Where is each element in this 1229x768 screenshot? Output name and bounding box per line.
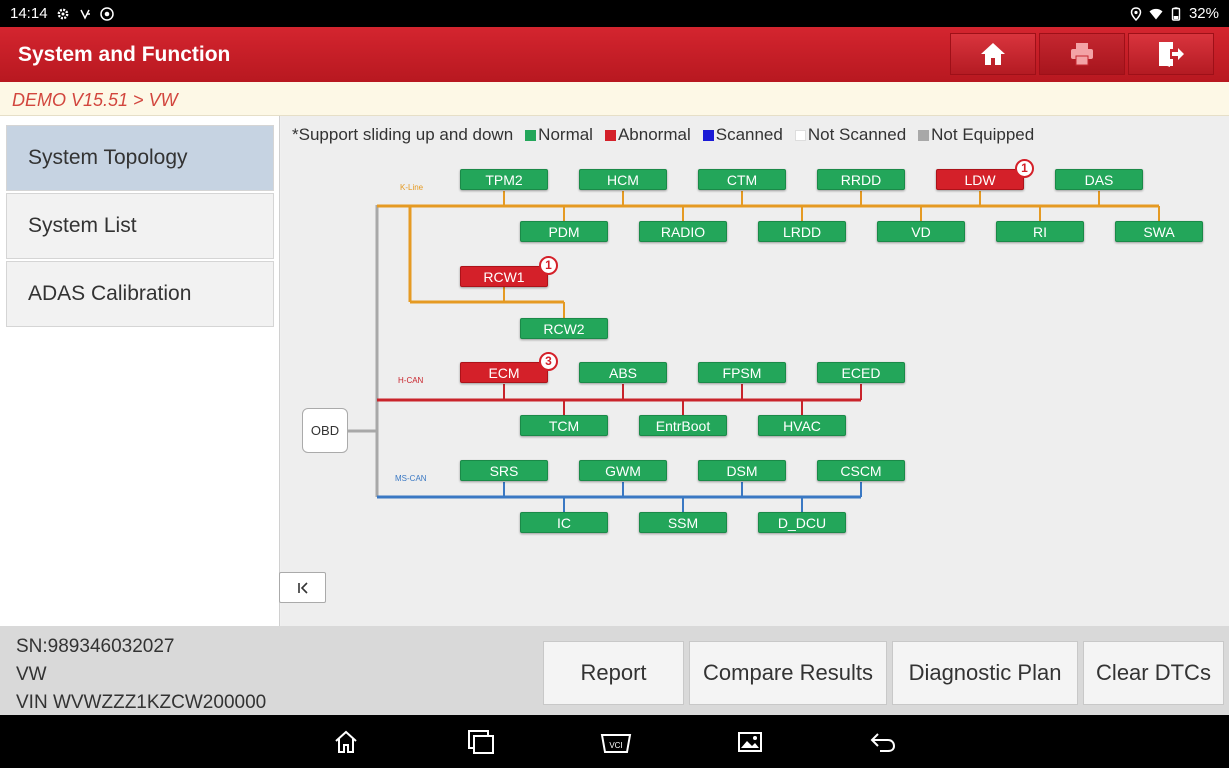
home-button[interactable]: [950, 33, 1036, 75]
compare-results-button[interactable]: Compare Results: [689, 641, 887, 705]
sidebar-item-adas-calibration[interactable]: ADAS Calibration: [6, 261, 274, 327]
module-cscm[interactable]: CSCM: [817, 460, 905, 481]
module-ctm[interactable]: CTM: [698, 169, 786, 190]
module-das[interactable]: DAS: [1055, 169, 1143, 190]
home-icon: [981, 43, 1005, 65]
status-bar: 14:14 32%: [0, 0, 1229, 27]
nav-gallery-button[interactable]: [733, 727, 767, 757]
svg-text:VCI: VCI: [609, 741, 622, 750]
breadcrumb-text: DEMO V15.51 > VW: [12, 90, 178, 110]
nav-home-button[interactable]: [329, 727, 363, 757]
module-ecm[interactable]: ECM: [460, 362, 548, 383]
usb-debug-icon: [79, 9, 90, 20]
fault-count-badge: 1: [539, 256, 558, 275]
vci-icon: VCI: [600, 734, 632, 753]
image-icon: [738, 732, 762, 752]
report-button[interactable]: Report: [543, 641, 684, 705]
serial-number: SN:989346032027: [16, 636, 175, 657]
module-entrboot[interactable]: EntrBoot: [639, 415, 727, 436]
module-fpsm[interactable]: FPSM: [698, 362, 786, 383]
module-ssm[interactable]: SSM: [639, 512, 727, 533]
exit-button[interactable]: [1128, 33, 1214, 75]
page-title: System and Function: [18, 43, 231, 66]
collapse-left-icon: [297, 581, 308, 594]
location-icon: [1130, 6, 1142, 21]
module-srs[interactable]: SRS: [460, 460, 548, 481]
module-rcw2[interactable]: RCW2: [520, 318, 608, 339]
wifi-icon: [1149, 8, 1163, 19]
module-d-dcu[interactable]: D_DCU: [758, 512, 846, 533]
module-tcm[interactable]: TCM: [520, 415, 608, 436]
module-ri[interactable]: RI: [996, 221, 1084, 242]
clock: 14:14: [10, 5, 48, 22]
module-ic[interactable]: IC: [520, 512, 608, 533]
module-lrdd[interactable]: LRDD: [758, 221, 846, 242]
module-pdm[interactable]: PDM: [520, 221, 608, 242]
bus-label-kline: K-Line: [400, 183, 424, 192]
battery-level: 32%: [1188, 5, 1219, 22]
breadcrumb: DEMO V15.51 > VW: [0, 82, 1229, 116]
module-gwm[interactable]: GWM: [579, 460, 667, 481]
obd-node[interactable]: OBD: [302, 408, 348, 453]
fault-count-badge: 1: [1015, 159, 1034, 178]
sidebar-item-system-list[interactable]: System List: [6, 193, 274, 259]
nav-vci-button[interactable]: VCI: [597, 727, 635, 757]
module-radio[interactable]: RADIO: [639, 221, 727, 242]
nav-recents-button[interactable]: [464, 727, 498, 757]
module-tpm2[interactable]: TPM2: [460, 169, 548, 190]
module-abs[interactable]: ABS: [579, 362, 667, 383]
back-icon: [870, 733, 896, 752]
sidebar: System Topology System List ADAS Calibra…: [0, 116, 280, 626]
title-bar: System and Function: [0, 27, 1229, 82]
module-vd[interactable]: VD: [877, 221, 965, 242]
module-ldw[interactable]: LDW: [936, 169, 1024, 190]
printer-icon: [1071, 43, 1093, 66]
vehicle-make: VW: [16, 664, 47, 685]
nav-back-button[interactable]: [866, 727, 900, 757]
print-button[interactable]: [1039, 33, 1125, 75]
target-icon: [99, 6, 114, 21]
clear-dtcs-button[interactable]: Clear DTCs: [1083, 641, 1224, 705]
vin-number: VIN WVWZZZ1KZCW200000: [16, 692, 267, 713]
recents-icon: [468, 730, 494, 754]
exit-icon: [1159, 42, 1184, 67]
bus-label-mscan: MS-CAN: [395, 474, 427, 483]
navigation-bar: VCI: [0, 715, 1229, 768]
module-eced[interactable]: ECED: [817, 362, 905, 383]
module-hcm[interactable]: HCM: [579, 169, 667, 190]
sidebar-item-system-topology[interactable]: System Topology: [6, 125, 274, 191]
module-dsm[interactable]: DSM: [698, 460, 786, 481]
bottom-bar: SN:989346032027 VW VIN WVWZZZ1KZCW200000…: [0, 626, 1229, 715]
bus-label-hcan: H-CAN: [398, 376, 424, 385]
diagnostic-plan-button[interactable]: Diagnostic Plan: [892, 641, 1078, 705]
fault-count-badge: 3: [539, 352, 558, 371]
module-rrdd[interactable]: RRDD: [817, 169, 905, 190]
module-swa[interactable]: SWA: [1115, 221, 1203, 242]
module-rcw1[interactable]: RCW1: [460, 266, 548, 287]
battery-icon: [1171, 6, 1181, 21]
gear-icon: [57, 8, 68, 19]
collapse-sidebar-button[interactable]: [279, 572, 326, 603]
home-icon: [335, 730, 357, 753]
topology-panel[interactable]: *Support sliding up and down Normal Abno…: [279, 116, 1229, 626]
module-hvac[interactable]: HVAC: [758, 415, 846, 436]
